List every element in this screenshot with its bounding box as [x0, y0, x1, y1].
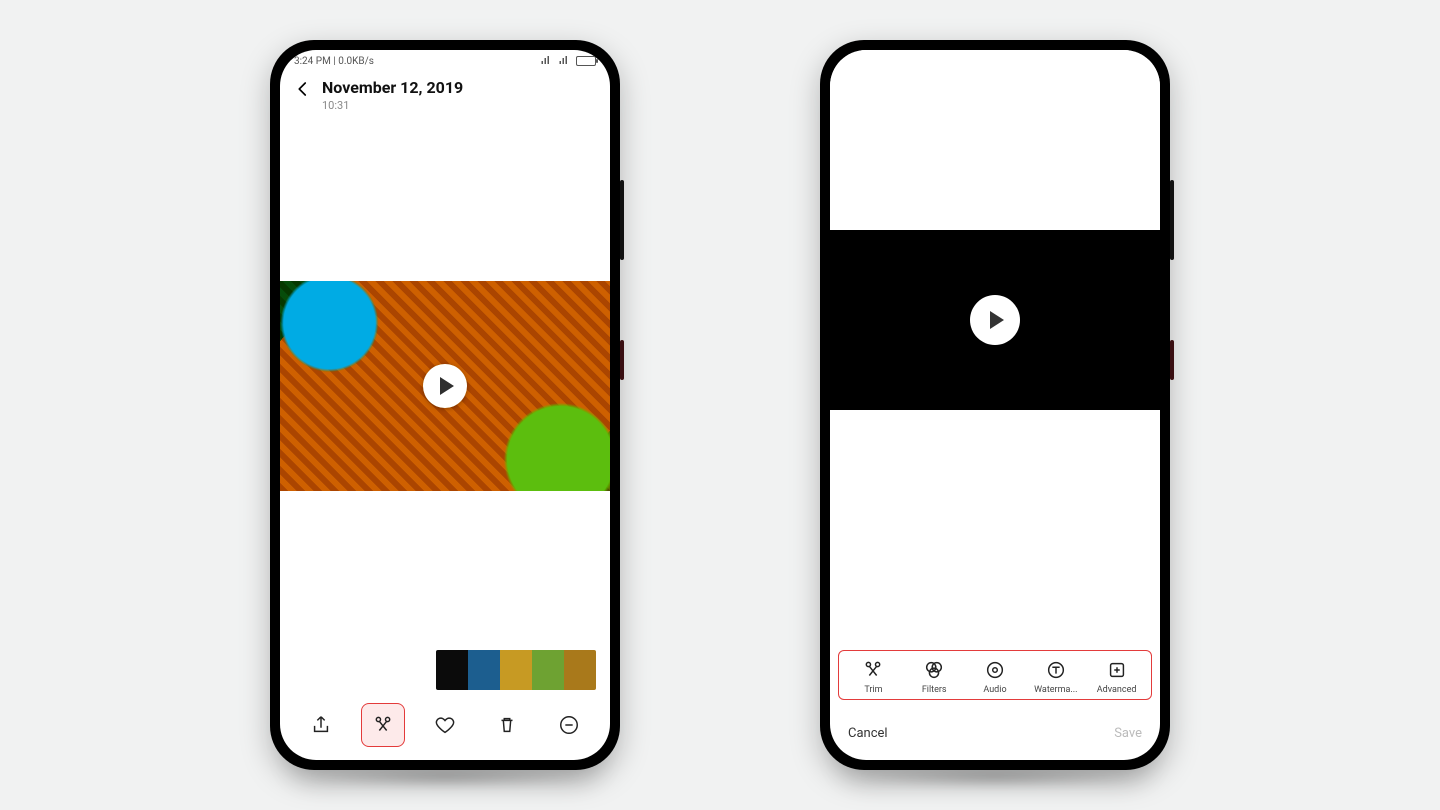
tool-advanced[interactable]: Advanced — [1086, 659, 1147, 695]
header: November 12, 2019 10:31 — [280, 72, 610, 122]
phone-side-button — [1170, 340, 1174, 380]
tool-audio-label: Audio — [965, 685, 1026, 695]
share-button[interactable] — [299, 703, 343, 747]
signal-icon — [540, 54, 552, 69]
status-bar: 3:24 PM | 0.0KB/s — [280, 50, 610, 72]
editor-toolbar-highlight: Trim Filters Audio Waterma... Advanced — [838, 650, 1152, 700]
status-time-net: 3:24 PM | 0.0KB/s — [294, 56, 374, 67]
editor-video-preview[interactable] — [830, 230, 1160, 410]
favorite-button[interactable] — [423, 703, 467, 747]
more-button[interactable] — [547, 703, 591, 747]
editor-toolbar: Trim Filters Audio Waterma... Advanced — [843, 659, 1147, 695]
thumbnail-strip[interactable] — [280, 650, 610, 696]
tool-watermark[interactable]: Waterma... — [1025, 659, 1086, 695]
video-thumbnail — [280, 281, 610, 491]
cancel-button[interactable]: Cancel — [848, 726, 888, 741]
tool-watermark-label: Waterma... — [1025, 685, 1086, 695]
editor-top-spacer — [830, 50, 1160, 230]
edit-button[interactable] — [361, 703, 405, 747]
battery-icon — [576, 56, 596, 66]
header-date: November 12, 2019 — [322, 78, 463, 97]
editor-confirm-row: Cancel Save — [830, 708, 1160, 760]
bottom-action-bar — [280, 696, 610, 760]
save-button[interactable]: Save — [1114, 726, 1142, 741]
thumbnail-strip-preview — [436, 650, 596, 690]
tool-filters[interactable]: Filters — [904, 659, 965, 695]
phone-side-button — [620, 340, 624, 380]
editor-mid-spacer — [830, 410, 1160, 650]
header-time: 10:31 — [322, 99, 463, 112]
play-icon[interactable] — [423, 364, 467, 408]
tool-trim[interactable]: Trim — [843, 659, 904, 695]
delete-button[interactable] — [485, 703, 529, 747]
phone-side-button — [620, 180, 624, 260]
video-preview-area[interactable] — [280, 122, 610, 650]
signal-icon — [558, 54, 570, 69]
phone-video-editor: Trim Filters Audio Waterma... Advanced — [820, 40, 1170, 770]
tool-filters-label: Filters — [904, 685, 965, 695]
phone-gallery-viewer: 3:24 PM | 0.0KB/s November 12, 2019 10:3… — [270, 40, 620, 770]
play-icon[interactable] — [970, 295, 1020, 345]
tool-advanced-label: Advanced — [1086, 685, 1147, 695]
tool-trim-label: Trim — [843, 685, 904, 695]
tool-audio[interactable]: Audio — [965, 659, 1026, 695]
back-button[interactable] — [294, 80, 312, 104]
phone-side-button — [1170, 180, 1174, 260]
